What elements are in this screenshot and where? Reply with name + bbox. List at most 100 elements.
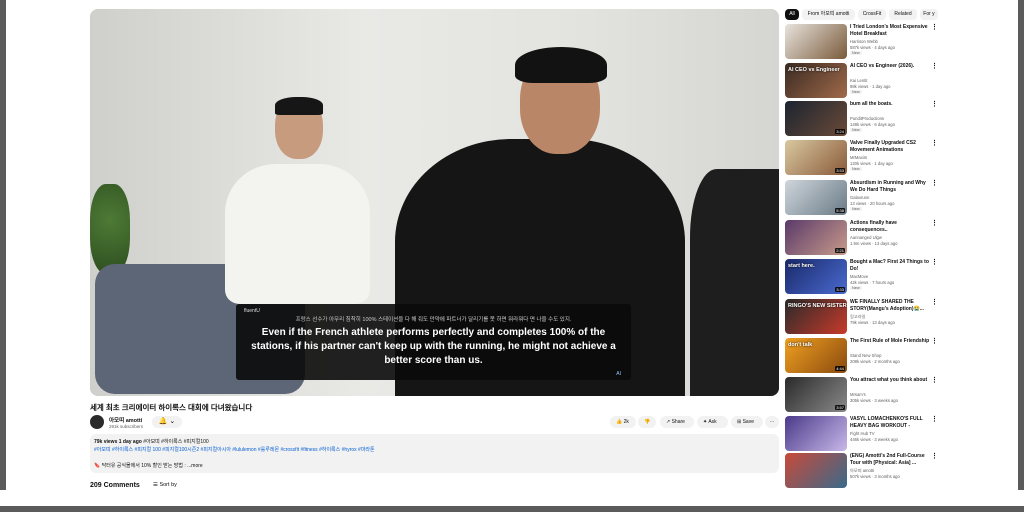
recommended-channel[interactable]: MrMaxim (850, 155, 867, 160)
recommended-title[interactable]: Bought a Mac? First 24 Things to Do! (850, 259, 932, 272)
recommended-channel[interactable]: Galaxrunn (850, 195, 869, 200)
chip-from-channel[interactable]: From 아모띠 amotti (802, 9, 855, 20)
recommended-title[interactable]: bum all the boats. (850, 101, 932, 108)
recommended-channel[interactable]: Stand New Shop (850, 353, 881, 358)
video-thumbnail[interactable] (785, 24, 847, 59)
description-box[interactable]: 79k views 1 day ago #아모띠 #하이록스 #피지컬100 #… (90, 434, 779, 473)
more-options-icon[interactable]: ⋮ (931, 220, 938, 227)
more-options-icon[interactable]: ⋮ (931, 299, 938, 306)
thumbnail-text: don't talk (788, 342, 813, 348)
recommended-video[interactable]: (ENG) Amotti's 2nd Full-Course Tour with… (785, 453, 940, 489)
recommended-channel[interactable]: Mrsam's (850, 392, 866, 397)
description-hashtags[interactable]: #아모띠 #하이록스 #피지컬 100 #피지컬100시즌2 #피지컬아시아 #… (94, 446, 375, 453)
video-thumbnail[interactable]: start here. 3:33 (785, 259, 847, 294)
video-thumbnail[interactable]: 3:53 (785, 140, 847, 175)
bottom-frame (0, 506, 1024, 512)
more-options-icon[interactable]: ⋮ (931, 101, 938, 108)
subtitle-box: fluentU 프랑스 선수가 아무리 침착히 100% 스테이션을 다 해 줘… (236, 304, 631, 380)
recommended-video[interactable]: I Tried London's Most Expensive Hotel Br… (785, 24, 940, 60)
recommended-video[interactable]: 3:53 Valve Finally Upgraded CS2 Movement … (785, 140, 940, 176)
more-options-icon[interactable]: ⋮ (931, 377, 938, 384)
dislike-button[interactable]: 👎 (638, 416, 656, 428)
recommended-meta: 587k views · 4 days ago (850, 45, 895, 50)
recommended-meta: 305k views · 3 weeks ago (850, 398, 898, 403)
view-stats: 79k views 1 day ago (94, 439, 142, 445)
recommended-video[interactable]: 3:24 bum all the boats. PunditProductions 1… (785, 101, 940, 137)
notification-bell-button[interactable]: 🔔 ⌄ (152, 416, 182, 428)
duration-badge: 3:53 (835, 168, 845, 173)
chip-for-you[interactable]: For y (920, 9, 938, 20)
more-options-icon[interactable]: ⋮ (931, 259, 938, 266)
ask-button[interactable]: ✦ Ask (697, 416, 728, 428)
thumbnail-text: RINGO'S NEW SISTER (788, 303, 847, 309)
recommended-title[interactable]: WE FINALLY SHARED THE STORY(Mangu's Adop… (850, 299, 932, 312)
recommended-channel[interactable]: MacMove (850, 274, 868, 279)
new-badge: New (850, 167, 862, 171)
channel-name[interactable]: 아모띠 amotti (109, 416, 142, 424)
video-thumbnail[interactable]: 3:57 (785, 377, 847, 412)
description-promo[interactable]: 🔖 닥터유 공식몰에서 10% 할인 받는 방법 : ...more (94, 462, 203, 469)
recommended-meta: 13 views · 20 hours ago (850, 201, 895, 206)
sort-by-button[interactable]: ☰ Sort by (153, 482, 177, 488)
recommended-video[interactable]: 3:57 You attract what you think about Mrsa… (785, 377, 940, 413)
recommended-channel[interactable]: Aannanged Ulgw (850, 235, 882, 240)
recommended-video[interactable]: 5:38 Absurdism in Running and Why We Do H… (785, 180, 940, 216)
recommended-title[interactable]: VASYL LOMACHENKO'S FULL HEAVY BAG WORKOU… (850, 416, 932, 429)
recommended-channel[interactable]: Harrison Webb (850, 39, 878, 44)
recommended-title[interactable]: I Tried London's Most Expensive Hotel Br… (850, 24, 932, 37)
video-thumbnail[interactable]: don't talk 4:44 (785, 338, 847, 373)
video-thumbnail[interactable] (785, 416, 847, 451)
recommended-title[interactable]: The First Rule of Mole Friendship (850, 338, 932, 345)
like-button[interactable]: 👍 2k (610, 416, 636, 428)
duration-badge: 4:44 (835, 366, 845, 371)
share-label: Share (671, 419, 685, 425)
video-player[interactable]: fluentU 프랑스 선수가 아무리 침착히 100% 스테이션을 다 해 줘… (90, 9, 779, 396)
recommended-meta: 1.9m views · 13 days ago (850, 241, 898, 246)
more-options-icon[interactable]: ⋮ (931, 63, 938, 70)
thumbnail-text: AI CEO vs Engineer (788, 67, 840, 73)
recommended-title[interactable]: (ENG) Amotti's 2nd Full-Course Tour with… (850, 453, 932, 466)
subtitle-ai-badge: AI (616, 371, 621, 377)
recommended-video[interactable]: don't talk 4:44 The First Rule of Mole Fri… (785, 338, 940, 374)
recommended-video[interactable]: 2:21 Actions finally have consequences.. A… (785, 220, 940, 256)
more-actions-button[interactable]: ··· (765, 416, 779, 428)
new-badge: New (850, 207, 862, 211)
recommended-title[interactable]: Valve Finally Upgraded CS2 Movement Anim… (850, 140, 932, 153)
video-thumbnail[interactable]: AI CEO vs Engineer (785, 63, 847, 98)
video-thumbnail[interactable]: 3:24 (785, 101, 847, 136)
recommended-title[interactable]: AI CEO vs Engineer (2026). (850, 63, 932, 70)
share-button[interactable]: ↗ Share (660, 416, 694, 428)
video-thumbnail[interactable]: 5:38 (785, 180, 847, 215)
recommended-title[interactable]: You attract what you think about (850, 377, 932, 384)
video-thumbnail[interactable] (785, 453, 847, 488)
chip-all[interactable]: All (785, 9, 799, 20)
recommended-channel[interactable]: PunditProductions (850, 116, 884, 121)
more-options-icon[interactable]: ⋮ (931, 338, 938, 345)
recommended-video[interactable]: RINGO'S NEW SISTER WE FINALLY SHARED THE … (785, 299, 940, 335)
recommended-video[interactable]: VASYL LOMACHENKO'S FULL HEAVY BAG WORKOU… (785, 416, 940, 452)
video-thumbnail[interactable]: 2:21 (785, 220, 847, 255)
recommended-title[interactable]: Actions finally have consequences.. (850, 220, 932, 233)
recommended-video[interactable]: start here. 3:33 Bought a Mac? First 24 Th… (785, 259, 940, 295)
subtitle-korean: 프랑스 선수가 아무리 침착히 100% 스테이션을 다 해 줘도 만약에 파트… (295, 317, 572, 323)
recommended-channel[interactable]: Kai Lentit (850, 78, 867, 83)
subtitle-english: Even if the French athlete performs perf… (251, 327, 616, 366)
right-frame (1018, 0, 1024, 512)
left-frame (0, 0, 6, 512)
description-stats: 79k views 1 day ago #아모띠 #하이록스 #피지컬100 (94, 438, 209, 445)
recommended-title[interactable]: Absurdism in Running and Why We Do Hard … (850, 180, 932, 193)
stats-hashtags[interactable]: #아모띠 #하이록스 #피지컬100 (142, 439, 208, 445)
save-button[interactable]: ⊞ Save (731, 416, 763, 428)
ask-label: Ask (708, 419, 717, 425)
video-thumbnail[interactable]: RINGO'S NEW SISTER (785, 299, 847, 334)
channel-avatar[interactable] (90, 415, 104, 429)
more-options-icon[interactable]: ⋮ (931, 180, 938, 187)
chip-related[interactable]: Related (889, 9, 917, 20)
recommended-video[interactable]: AI CEO vs Engineer AI CEO vs Engineer (20… (785, 63, 940, 99)
more-options-icon[interactable]: ⋮ (931, 24, 938, 31)
chip-crossfit[interactable]: CrossFit (858, 9, 886, 20)
more-options-icon[interactable]: ⋮ (931, 453, 938, 460)
more-options-icon[interactable]: ⋮ (931, 140, 938, 147)
recommended-channel[interactable]: Fight Hub TV (850, 431, 875, 436)
more-options-icon[interactable]: ⋮ (931, 416, 938, 423)
